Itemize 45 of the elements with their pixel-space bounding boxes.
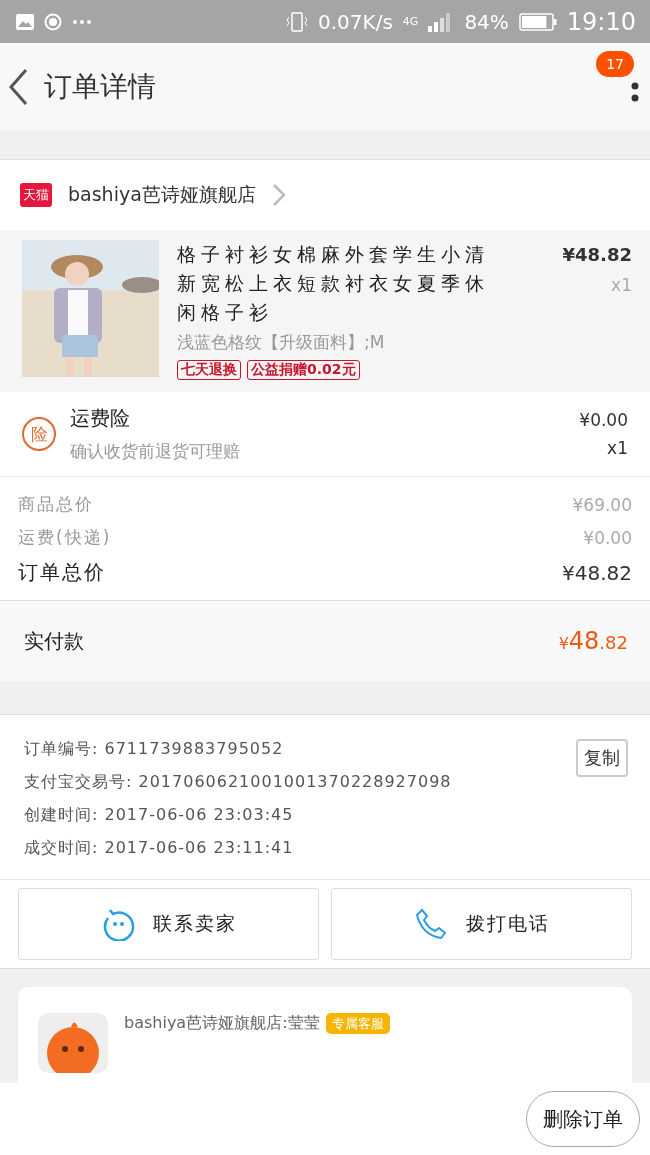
product-sku: 浅蓝色格纹【升级面料】;M xyxy=(177,331,386,354)
total-label: 订单总价 xyxy=(18,559,106,586)
product-price: ¥48.82 xyxy=(562,244,632,265)
insurance-quantity: x1 xyxy=(607,438,628,458)
copy-button[interactable]: 复制 xyxy=(576,739,628,777)
notification-badge: 17 xyxy=(596,51,634,77)
action-button[interactable]: 联系卖家 xyxy=(18,888,319,960)
network-type: 4G xyxy=(402,15,419,28)
paid-label: 实付款 xyxy=(24,627,84,655)
more-icon xyxy=(72,18,92,25)
insurance-name: 运费险 xyxy=(70,405,131,432)
service-tag: 公益捐赠0.02元 xyxy=(247,360,360,380)
order-info-line: 成交时间: 2017-06-06 23:11:41 xyxy=(24,838,295,859)
total-value: ¥48.82 xyxy=(562,560,632,585)
avatar-icon xyxy=(38,1013,108,1073)
store-badge: 天猫 xyxy=(20,183,52,207)
delete-order-button[interactable]: 删除订单 xyxy=(526,1091,640,1147)
sender-name: bashiya芭诗娅旗舰店:莹莹 xyxy=(124,1013,320,1032)
battery-icon xyxy=(518,12,557,31)
service-tag: 七天退换 xyxy=(177,360,241,380)
total-label: 运费(快递) xyxy=(18,526,112,549)
paid-amount: ¥48.82 xyxy=(558,627,628,655)
order-info-line: 创建时间: 2017-06-06 23:03:45 xyxy=(24,805,295,826)
total-value: ¥0.00 xyxy=(583,527,632,548)
product-quantity: x1 xyxy=(611,275,632,295)
total-value: ¥69.00 xyxy=(572,494,632,515)
action-button[interactable]: 拨打电话 xyxy=(331,888,632,960)
vibrate-icon xyxy=(286,10,309,33)
image-icon xyxy=(16,13,34,30)
clock: 19:10 xyxy=(566,7,636,36)
battery-percent: 84% xyxy=(464,9,509,34)
order-info-line: 订单编号: 6711739883795052 xyxy=(24,739,285,760)
store-name[interactable]: bashiya芭诗娅旗舰店 xyxy=(68,182,256,208)
total-label: 商品总价 xyxy=(18,493,94,516)
back-icon[interactable] xyxy=(6,66,30,107)
service-tag: 专属客服 xyxy=(325,1013,390,1034)
phone-icon xyxy=(413,907,448,941)
insurance-description: 确认收货前退货可理赔 xyxy=(70,440,241,463)
record-icon xyxy=(44,12,62,31)
insurance-price: ¥0.00 xyxy=(579,410,628,430)
product-title[interactable]: 格子衬衫女棉麻外套学生小清新宽松上衣短款衬衣女夏季休闲格子衫 xyxy=(177,240,512,327)
page-title: 订单详情 xyxy=(44,68,157,105)
network-speed: 0.07K/s xyxy=(318,9,393,34)
order-info-line: 支付宝交易号: 2017060621001001370228927098 xyxy=(24,772,453,793)
insurance-icon: 险 xyxy=(22,417,56,451)
